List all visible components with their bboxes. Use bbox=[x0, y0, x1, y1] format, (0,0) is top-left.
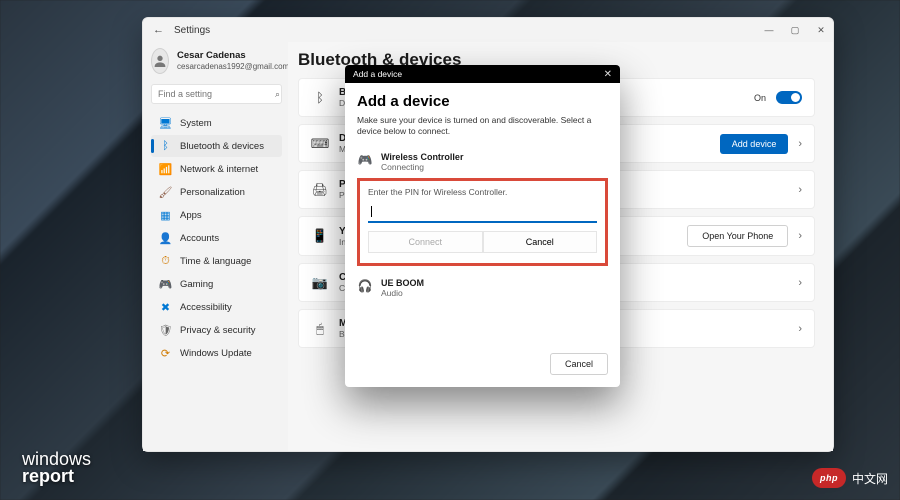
bluetooth-toggle[interactable] bbox=[776, 91, 802, 104]
chevron-right-icon: › bbox=[798, 323, 802, 335]
printer-icon: 🖨 bbox=[311, 181, 329, 199]
dialog-header: Add a device ✕ bbox=[345, 65, 620, 83]
nav-icon: 🎮 bbox=[159, 278, 172, 291]
camera-icon: 📷 bbox=[311, 274, 329, 292]
search-icon: ⌕ bbox=[275, 89, 280, 100]
cancel-button[interactable]: Cancel bbox=[483, 231, 598, 253]
nav-icon: ⟳ bbox=[159, 347, 172, 360]
device-name: Wireless Controller bbox=[381, 152, 463, 162]
pin-prompt: Enter the PIN for Wireless Controller. bbox=[368, 187, 597, 197]
nav-icon: ✖ bbox=[159, 301, 172, 314]
back-button[interactable]: ← bbox=[153, 24, 164, 36]
watermark-php: php 中文网 bbox=[812, 468, 888, 488]
chevron-right-icon: › bbox=[798, 138, 802, 150]
nav-icon: 🛡 bbox=[159, 324, 172, 337]
sidebar-item-network-internet[interactable]: 📶 Network & internet bbox=[151, 158, 282, 180]
nav-label: Apps bbox=[180, 210, 202, 221]
nav-icon: ⏱ bbox=[159, 255, 172, 268]
profile-name: Cesar Cadenas bbox=[177, 51, 289, 61]
sidebar-item-accounts[interactable]: 👤 Accounts bbox=[151, 227, 282, 249]
dialog-subtitle: Make sure your device is turned on and d… bbox=[357, 115, 608, 138]
device-entry-controller[interactable]: 🎮 Wireless Controller Connecting bbox=[357, 152, 608, 172]
person-icon bbox=[152, 53, 168, 69]
minimize-button[interactable]: — bbox=[763, 25, 775, 36]
dialog-header-title: Add a device bbox=[353, 69, 402, 79]
open-phone-button[interactable]: Open Your Phone bbox=[687, 225, 788, 247]
sidebar-item-apps[interactable]: ▦ Apps bbox=[151, 204, 282, 226]
toggle-label: On bbox=[754, 93, 766, 103]
connect-button: Connect bbox=[368, 231, 483, 253]
device-status: Connecting bbox=[381, 162, 463, 172]
php-badge: php bbox=[812, 468, 846, 488]
sidebar-item-time-language[interactable]: ⏱ Time & language bbox=[151, 250, 282, 272]
nav-label: Personalization bbox=[180, 187, 245, 198]
devices-icon: ⌨ bbox=[311, 135, 329, 153]
sidebar-item-gaming[interactable]: 🎮 Gaming bbox=[151, 273, 282, 295]
titlebar: ← Settings — ▢ ✕ bbox=[143, 18, 833, 42]
nav-icon: 🖌 bbox=[159, 186, 172, 199]
nav-icon: 📶 bbox=[159, 163, 172, 176]
pin-entry-highlight: Enter the PIN for Wireless Controller. C… bbox=[357, 178, 608, 267]
search-input[interactable] bbox=[158, 89, 275, 99]
nav-label: Gaming bbox=[180, 279, 213, 290]
nav-label: Network & internet bbox=[180, 164, 258, 175]
sidebar-item-windows-update[interactable]: ⟳ Windows Update bbox=[151, 342, 282, 364]
device-name: UE BOOM bbox=[381, 278, 424, 288]
text-cursor bbox=[371, 206, 372, 217]
dialog-bottom-cancel[interactable]: Cancel bbox=[550, 353, 608, 375]
sidebar-item-personalization[interactable]: 🖌 Personalization bbox=[151, 181, 282, 203]
nav-icon: 🖥 bbox=[159, 117, 172, 130]
close-button[interactable]: ✕ bbox=[815, 25, 827, 36]
chevron-right-icon: › bbox=[798, 230, 802, 242]
add-device-dialog: Add a device ✕ Add a device Make sure yo… bbox=[345, 65, 620, 387]
phone-icon: 📱 bbox=[311, 227, 329, 245]
nav-label: Accessibility bbox=[180, 302, 232, 313]
profile-block[interactable]: Cesar Cadenas cesarcadenas1992@gmail.com bbox=[151, 48, 282, 74]
nav-icon: 👤 bbox=[159, 232, 172, 245]
controller-icon: 🎮 bbox=[357, 152, 373, 168]
chevron-right-icon: › bbox=[798, 277, 802, 289]
app-title: Settings bbox=[174, 25, 210, 36]
headphones-icon: 🎧 bbox=[357, 278, 373, 294]
add-device-button[interactable]: Add device bbox=[720, 134, 789, 154]
pin-input[interactable] bbox=[368, 205, 597, 223]
sidebar-item-system[interactable]: 🖥 System bbox=[151, 112, 282, 134]
dialog-close-icon[interactable]: ✕ bbox=[604, 69, 612, 80]
nav-label: Privacy & security bbox=[180, 325, 256, 336]
avatar bbox=[151, 48, 169, 74]
device-status: Audio bbox=[381, 288, 424, 298]
chevron-right-icon: › bbox=[798, 184, 802, 196]
search-box[interactable]: ⌕ bbox=[151, 84, 282, 104]
bluetooth-icon: ᛒ bbox=[311, 89, 329, 107]
nav-label: Bluetooth & devices bbox=[180, 141, 264, 152]
sidebar: Cesar Cadenas cesarcadenas1992@gmail.com… bbox=[143, 42, 288, 451]
nav-label: System bbox=[180, 118, 212, 129]
dialog-title: Add a device bbox=[357, 93, 608, 110]
php-text: 中文网 bbox=[852, 470, 888, 487]
device-entry-ueboom[interactable]: 🎧 UE BOOM Audio bbox=[357, 278, 608, 298]
watermark-windowsreport: windowsreport bbox=[22, 451, 91, 485]
sidebar-item-bluetooth-devices[interactable]: ᛒ Bluetooth & devices bbox=[151, 135, 282, 157]
nav-icon: ▦ bbox=[159, 209, 172, 222]
nav-label: Time & language bbox=[180, 256, 251, 267]
nav-label: Windows Update bbox=[180, 348, 252, 359]
mouse-icon: 🖱 bbox=[311, 320, 329, 338]
nav-icon: ᛒ bbox=[159, 140, 172, 153]
sidebar-item-accessibility[interactable]: ✖ Accessibility bbox=[151, 296, 282, 318]
sidebar-item-privacy-security[interactable]: 🛡 Privacy & security bbox=[151, 319, 282, 341]
maximize-button[interactable]: ▢ bbox=[789, 25, 801, 36]
nav-label: Accounts bbox=[180, 233, 219, 244]
profile-email: cesarcadenas1992@gmail.com bbox=[177, 62, 289, 71]
nav-list: 🖥 System ᛒ Bluetooth & devices 📶 Network & in… bbox=[151, 112, 282, 364]
